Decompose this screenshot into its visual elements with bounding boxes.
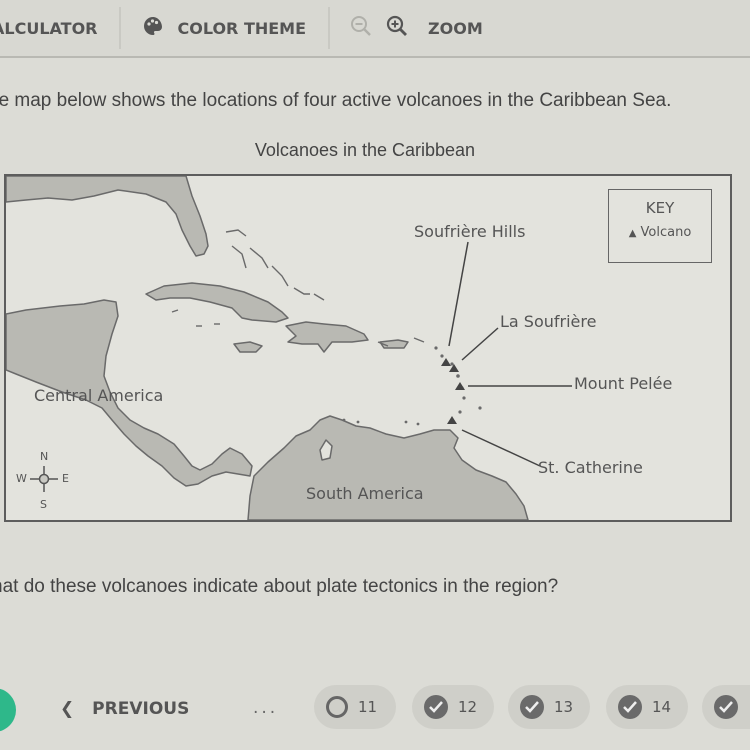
volcano-soufriere-hills — [441, 358, 451, 366]
label-soufriere-hills: Soufrière Hills — [414, 222, 526, 241]
question-11-button[interactable]: 11 — [314, 685, 396, 729]
accent-button[interactable] — [0, 688, 16, 732]
question-14-button[interactable]: 14 — [606, 685, 688, 729]
unanswered-circle-icon — [326, 696, 348, 718]
jamaica — [233, 341, 263, 353]
color-theme-button[interactable]: COLOR THEME — [121, 0, 328, 56]
question-number: 14 — [652, 698, 672, 716]
label-la-soufriere: La Soufrière — [500, 312, 597, 331]
florida-landmass — [6, 176, 209, 257]
map-title: Volcanoes in the Caribbean — [254, 140, 476, 160]
toolbar: ALCULATOR COLOR THEME ZOOM — [0, 0, 750, 58]
calculator-label: ALCULATOR — [0, 18, 98, 38]
calculator-button[interactable]: ALCULATOR — [0, 0, 119, 56]
question-prompt: hat do these volcanoes indicate about pl… — [0, 576, 559, 597]
label-mount-pelee: Mount Pelée — [574, 374, 673, 393]
volcano-mount-pelee — [455, 382, 465, 390]
more-questions-ellipsis[interactable]: ... — [253, 698, 278, 718]
question-15-button[interactable] — [702, 685, 750, 729]
compass-north: N — [40, 450, 49, 463]
question-12-button[interactable]: 12 — [412, 685, 494, 729]
check-circle-icon — [520, 695, 544, 719]
compass-west: W — [16, 472, 27, 485]
hispaniola — [285, 321, 369, 353]
question-navigation: ❮ PREVIOUS ... 11 12 13 14 — [0, 680, 750, 740]
key-entry: ▲ Volcano — [609, 225, 711, 240]
question-number: 13 — [554, 698, 574, 716]
palette-icon — [143, 16, 163, 40]
volcano-markers — [441, 358, 465, 424]
zoom-label: ZOOM — [428, 18, 483, 38]
south-america — [247, 415, 529, 520]
label-st-catherine: St. Catherine — [538, 458, 643, 477]
caribbean-map: Soufrière Hills La Soufrière Mount Pelée… — [4, 174, 732, 522]
compass-rose — [30, 466, 58, 492]
previous-label: PREVIOUS — [92, 699, 190, 719]
map-key: KEY ▲ Volcano — [608, 189, 712, 263]
previous-button[interactable]: ❮ PREVIOUS — [60, 699, 189, 719]
leader-lines — [448, 241, 572, 467]
color-theme-label: COLOR THEME — [177, 18, 307, 38]
question-number: 11 — [358, 698, 378, 716]
check-circle-icon — [424, 695, 448, 719]
volcano-st-catherine — [447, 416, 457, 424]
question-number: 12 — [458, 698, 478, 716]
cuba — [145, 282, 289, 323]
key-entry-label: Volcano — [640, 225, 692, 240]
check-circle-icon — [714, 695, 738, 719]
question-intro: he map below shows the locations of four… — [0, 90, 672, 111]
volcano-symbol-icon: ▲ — [628, 228, 637, 239]
compass-east: E — [62, 472, 69, 485]
zoom-in-icon[interactable] — [386, 15, 408, 41]
zoom-out-icon[interactable] — [350, 15, 372, 41]
key-title: KEY — [645, 199, 675, 217]
zoom-controls: ZOOM — [330, 0, 503, 56]
label-south-america: South America — [306, 484, 424, 503]
check-circle-icon — [618, 695, 642, 719]
question-13-button[interactable]: 13 — [508, 685, 590, 729]
compass-south: S — [40, 498, 47, 511]
chevron-left-icon: ❮ — [60, 699, 75, 719]
label-central-america: Central America — [34, 386, 164, 405]
